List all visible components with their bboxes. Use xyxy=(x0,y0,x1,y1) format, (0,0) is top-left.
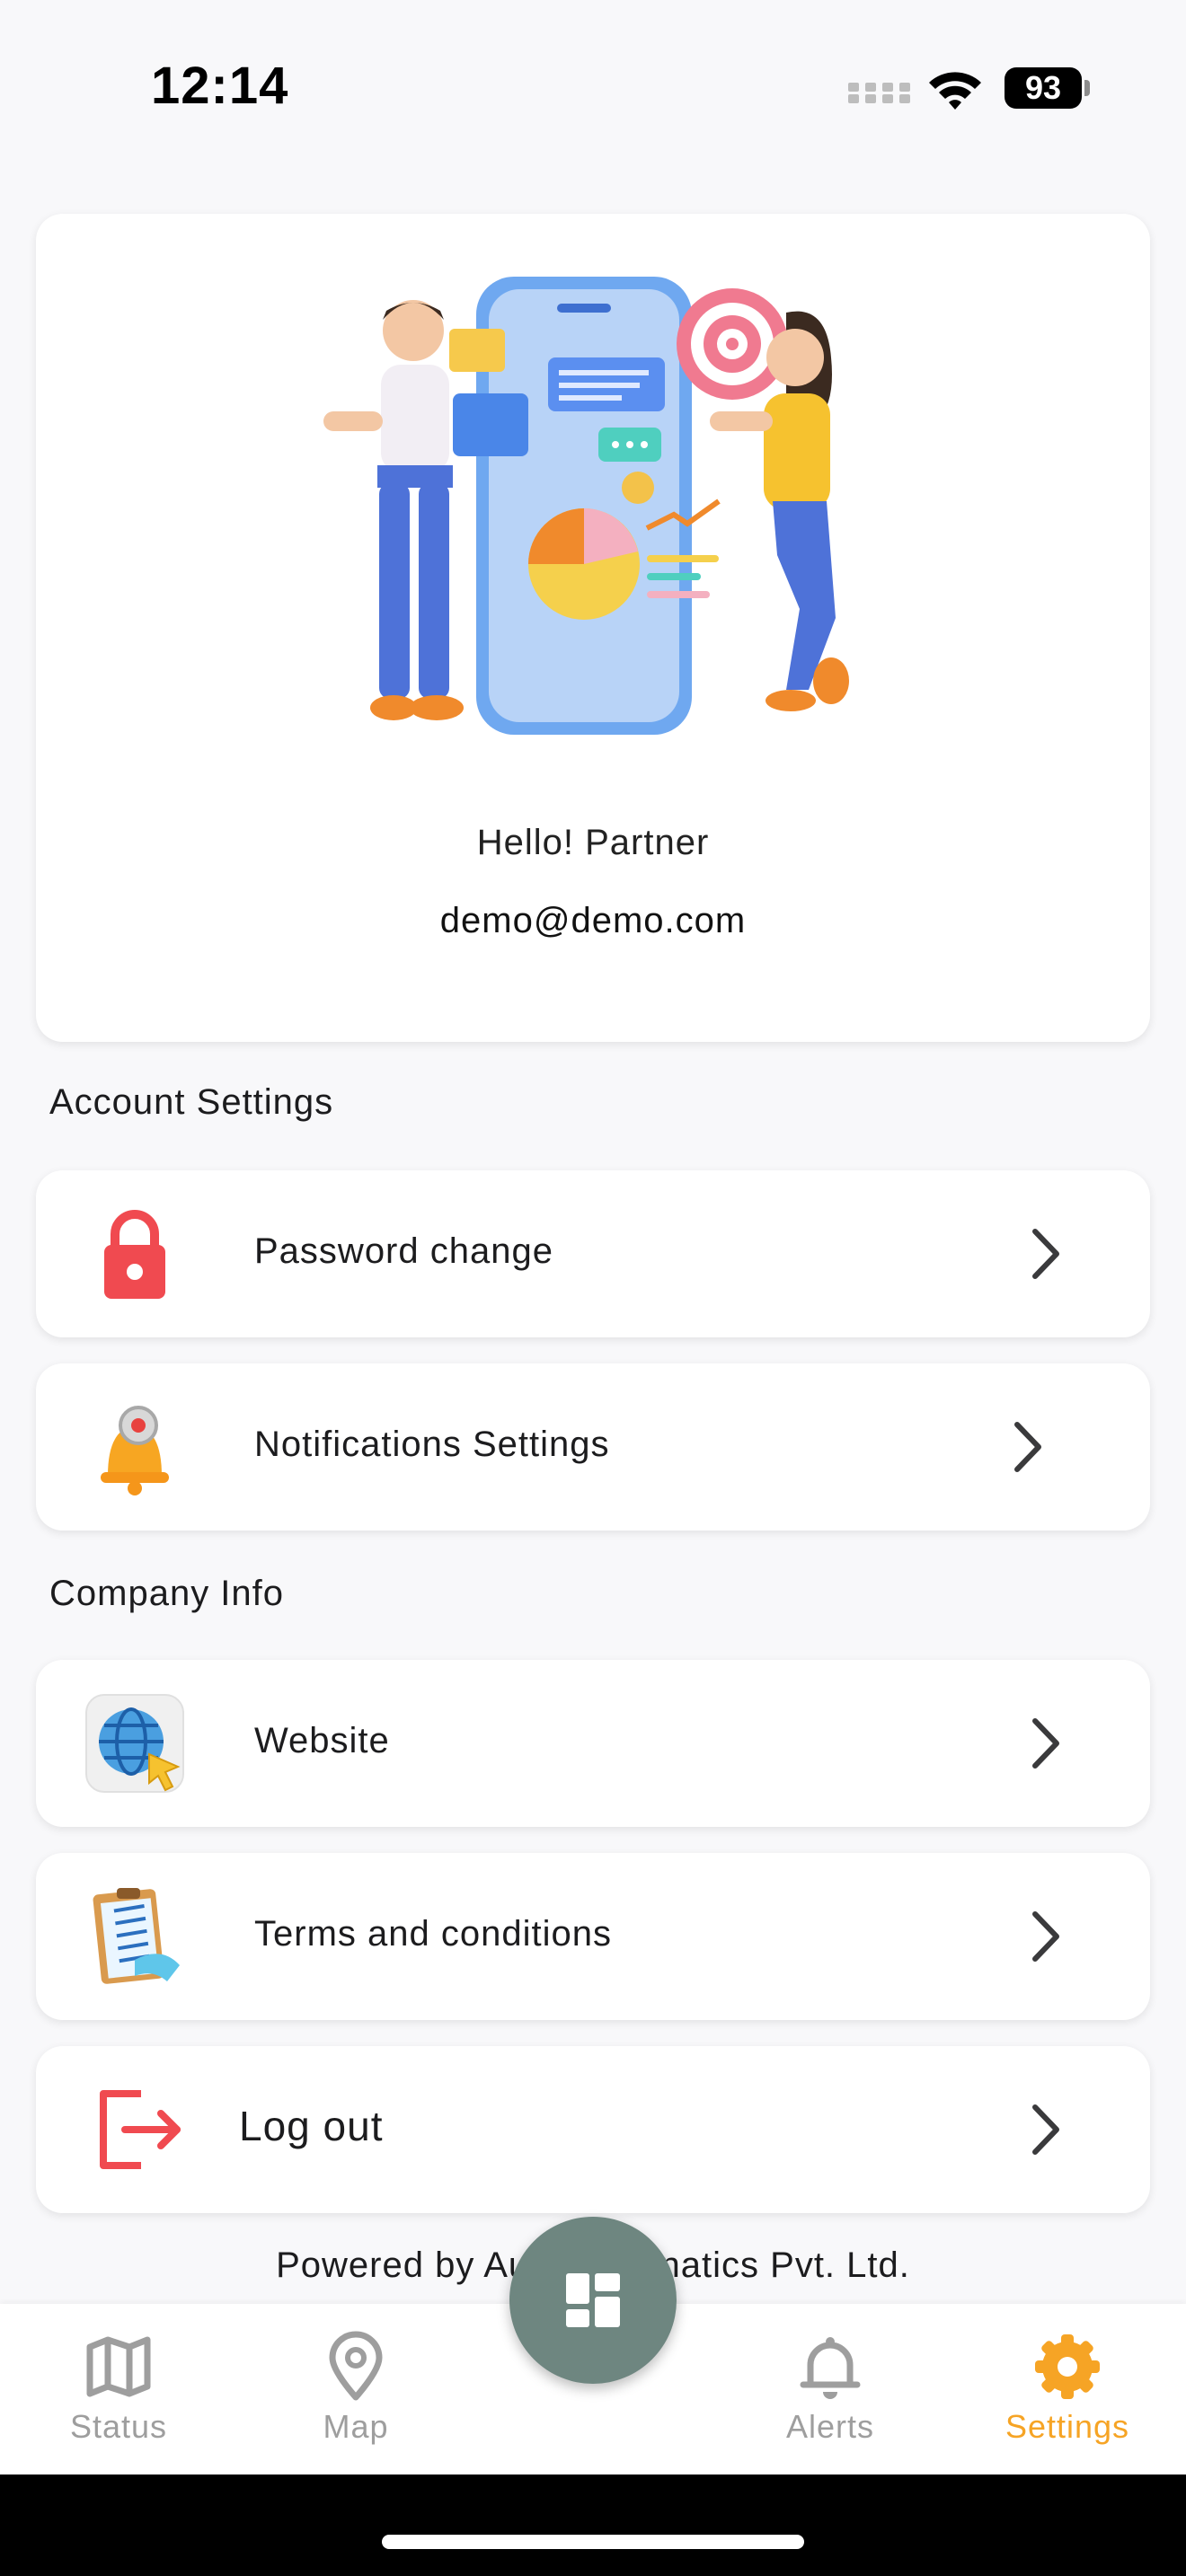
dashboard-icon xyxy=(566,2273,620,2327)
lock-icon xyxy=(104,1210,165,1299)
clock: 12:14 xyxy=(151,57,289,115)
status-bar: 12:14 93 xyxy=(0,0,1186,171)
home-indicator[interactable] xyxy=(382,2535,804,2549)
wifi-icon xyxy=(929,72,981,110)
cellular-signal-icon xyxy=(848,83,910,103)
section-title-company: Company Info xyxy=(49,1574,285,1613)
chevron-right-icon xyxy=(1032,1718,1059,1769)
chevron-right-icon xyxy=(1032,1229,1059,1279)
password-change-row[interactable]: Password change xyxy=(36,1170,1150,1337)
logout-label: Log out xyxy=(239,2103,384,2149)
chevron-right-icon xyxy=(1032,2104,1059,2155)
nav-item-alerts[interactable]: Alerts xyxy=(740,2331,920,2446)
battery-cap xyxy=(1084,80,1090,96)
password-change-label: Password change xyxy=(254,1231,553,1271)
terms-conditions-row[interactable]: Terms and conditions xyxy=(36,1853,1150,2020)
nav-label-alerts: Alerts xyxy=(785,2408,875,2445)
nav-item-status[interactable]: Status xyxy=(29,2331,208,2446)
battery-indicator: 93 xyxy=(1005,67,1082,109)
globe-cursor-icon xyxy=(85,1694,184,1793)
dashboard-fab-button[interactable] xyxy=(509,2217,677,2384)
bell-icon xyxy=(800,2337,861,2399)
nav-item-settings[interactable]: Settings xyxy=(978,2331,1157,2446)
greeting-text: Hello! Partner xyxy=(476,823,710,862)
clipboard-checklist-icon xyxy=(93,1888,180,1984)
nav-label-map: Map xyxy=(323,2408,389,2445)
section-title-account: Account Settings xyxy=(49,1082,334,1122)
chevron-right-icon xyxy=(1014,1422,1041,1472)
profile-illustration xyxy=(323,277,849,735)
map-icon xyxy=(86,2336,151,2397)
nav-label-status: Status xyxy=(69,2408,168,2445)
chevron-right-icon xyxy=(1032,1911,1059,1962)
nav-label-settings: Settings xyxy=(1005,2408,1130,2445)
profile-card: Hello! Partner demo@demo.com xyxy=(36,214,1150,1042)
website-row[interactable]: Website xyxy=(36,1660,1150,1827)
logout-icon xyxy=(100,2090,181,2169)
bell-gear-icon xyxy=(101,1406,169,1495)
user-email: demo@demo.com xyxy=(439,901,747,940)
notifications-settings-row[interactable]: Notifications Settings xyxy=(36,1363,1150,1531)
gear-icon xyxy=(1035,2334,1100,2399)
terms-conditions-label: Terms and conditions xyxy=(254,1914,612,1954)
logout-row[interactable]: Log out xyxy=(36,2046,1150,2213)
notifications-settings-label: Notifications Settings xyxy=(254,1425,610,1464)
website-label: Website xyxy=(254,1721,390,1760)
home-indicator-area xyxy=(0,2475,1186,2576)
location-pin-icon xyxy=(329,2331,383,2401)
nav-item-map[interactable]: Map xyxy=(266,2331,446,2446)
